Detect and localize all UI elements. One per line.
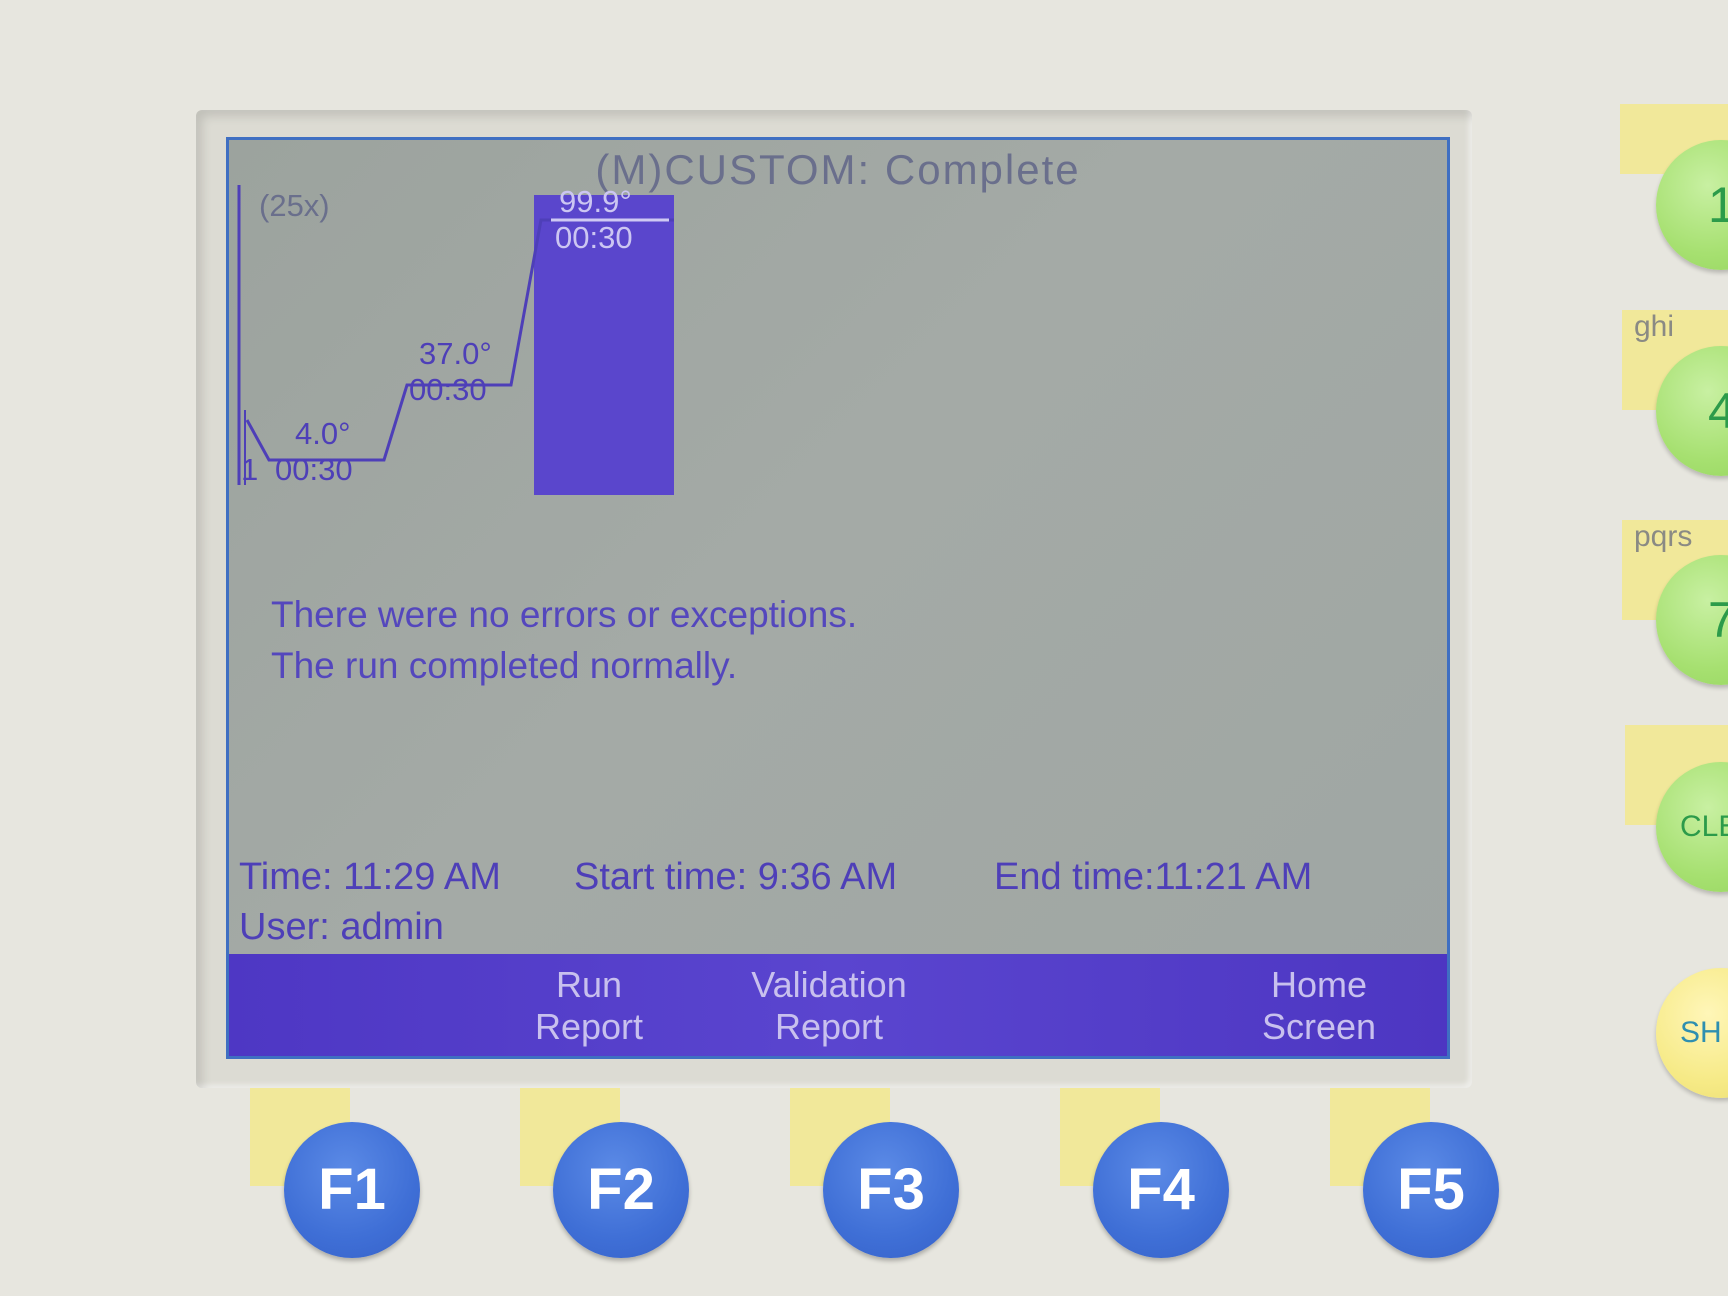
step-2-time: 00:30 (409, 372, 487, 407)
f3-button[interactable]: F3 (823, 1122, 959, 1258)
step-3-time: 00:30 (555, 220, 633, 255)
lcd-screen: (M)CUSTOM: Complete (25x) 1 4.0° 00:30 3… (226, 137, 1450, 1059)
f5-button[interactable]: F5 (1363, 1122, 1499, 1258)
f1-button[interactable]: F1 (284, 1122, 420, 1258)
shift-key[interactable]: SH (1656, 968, 1728, 1098)
key-7-letters: pqrs (1634, 520, 1693, 553)
step-3-temp: 99.9° (559, 184, 632, 219)
start-time: Start time: 9:36 AM (574, 856, 898, 898)
step-1-prefix: 1 (241, 452, 259, 487)
status-message-line-1: There were no errors or exceptions. (271, 594, 858, 635)
status-message-line-2: The run completed normally. (271, 645, 738, 686)
f4-button[interactable]: F4 (1093, 1122, 1229, 1258)
softkey-label-home-screen[interactable]: Home Screen (1229, 964, 1409, 1048)
softkey-bar: Run Report Validation Report Home Screen (229, 954, 1447, 1056)
f2-button[interactable]: F2 (553, 1122, 689, 1258)
key-4-letters: ghi (1634, 310, 1675, 343)
softkey-label-validation-report[interactable]: Validation Report (719, 964, 939, 1048)
end-time: End time:11:21 AM (994, 856, 1313, 898)
step-2-temp: 37.0° (419, 336, 492, 371)
cycle-count: (25x) (259, 188, 330, 223)
softkey-label-run-report[interactable]: Run Report (509, 964, 669, 1048)
step-1-time: 00:30 (275, 452, 353, 487)
user-label: User: admin (239, 906, 444, 948)
step-1-temp: 4.0° (295, 416, 351, 451)
current-time: Time: 11:29 AM (239, 856, 501, 898)
